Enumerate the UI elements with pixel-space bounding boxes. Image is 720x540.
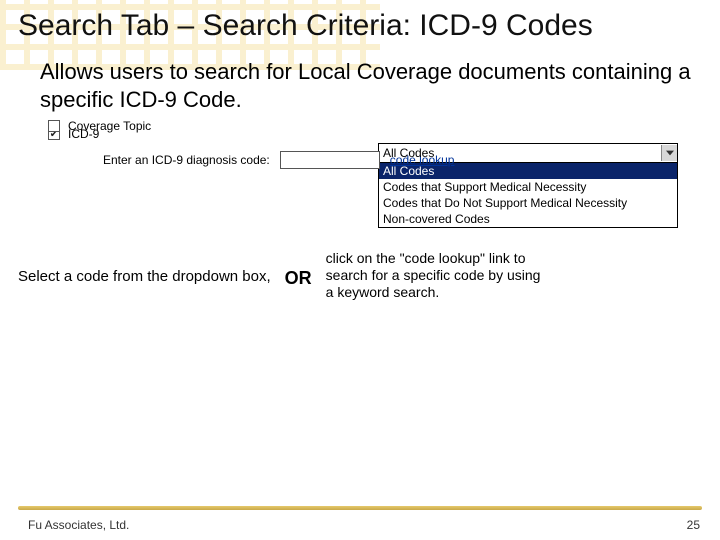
chevron-down-icon[interactable] [661, 145, 677, 161]
dropdown-item[interactable]: Codes that Support Medical Necessity [379, 179, 677, 195]
dropdown-item[interactable]: Codes that Do Not Support Medical Necess… [379, 195, 677, 211]
code-type-dropdown[interactable]: All Codes All Codes Codes that Support M… [378, 143, 678, 228]
callout-right: click on the "code lookup" link to searc… [326, 250, 546, 300]
slide: Search Tab – Search Criteria: ICD-9 Code… [0, 0, 720, 540]
page-number: 25 [687, 518, 700, 532]
coverage-row: Coverage Topic [48, 119, 688, 133]
callout-row: Select a code from the dropdown box, OR … [18, 268, 702, 300]
dropdown-selected-label: All Codes [383, 146, 434, 160]
enter-code-label: Enter an ICD-9 diagnosis code: [103, 153, 270, 167]
dropdown-list: All Codes Codes that Support Medical Nec… [379, 163, 677, 227]
icd9-code-input[interactable] [280, 151, 380, 169]
screenshot-area: ✔ ICD-9 Enter an ICD-9 diagnosis code: c… [48, 127, 688, 228]
page-title: Search Tab – Search Criteria: ICD-9 Code… [18, 8, 702, 44]
callout-left: Select a code from the dropdown box, [18, 268, 271, 285]
or-label: OR [285, 268, 312, 289]
intro-text: Allows users to search for Local Coverag… [40, 58, 702, 113]
footer: Fu Associates, Ltd. 25 [0, 512, 720, 532]
footer-rule [18, 506, 702, 510]
coverage-label: Coverage Topic [68, 119, 151, 133]
dropdown-item[interactable]: Non-covered Codes [379, 211, 677, 227]
footer-org: Fu Associates, Ltd. [28, 518, 129, 532]
dropdown-item[interactable]: All Codes [379, 163, 677, 179]
coverage-checkbox[interactable] [48, 120, 60, 132]
